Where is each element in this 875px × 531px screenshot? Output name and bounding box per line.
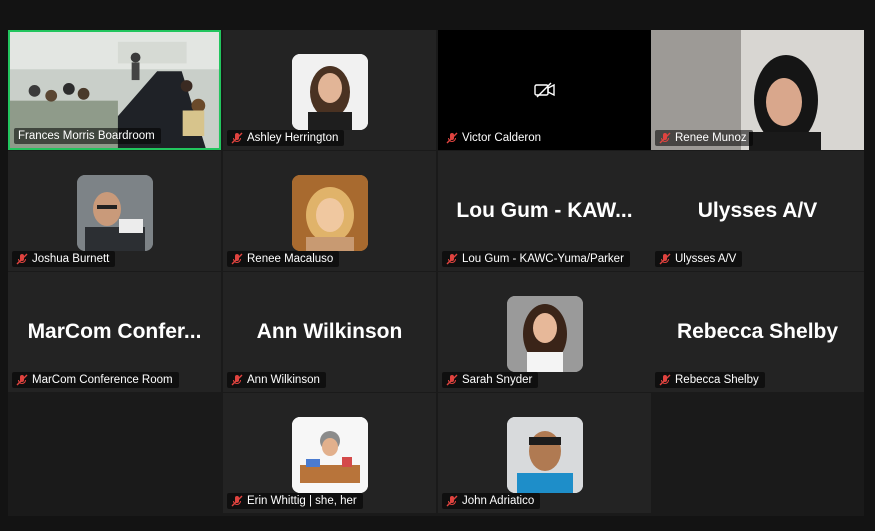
participant-name-label: Sarah Snyder: [442, 372, 539, 388]
muted-mic-icon: [659, 374, 671, 386]
participant-tile-ulysses-av[interactable]: Ulysses A/V Ulysses A/V: [651, 151, 864, 271]
participant-tile-frances-morris-boardroom[interactable]: Frances Morris Boardroom: [8, 30, 221, 150]
participant-name-label: Ulysses A/V: [655, 251, 743, 267]
participant-tile-renee-macaluso[interactable]: Renee Macaluso: [223, 151, 436, 271]
muted-mic-icon: [659, 132, 671, 144]
participant-display-name: Lou Gum - KAW...: [456, 199, 633, 222]
participant-tile-joshua-burnett[interactable]: Joshua Burnett: [8, 151, 221, 271]
participant-tile-ann-wilkinson[interactable]: Ann Wilkinson Ann Wilkinson: [223, 272, 436, 392]
participant-tile-john-adriatico[interactable]: John Adriatico: [438, 393, 651, 513]
muted-mic-icon: [231, 132, 243, 144]
participant-tile-marcom-conference-room[interactable]: MarCom Confer... MarCom Conference Room: [8, 272, 221, 392]
participant-name-label: John Adriatico: [442, 493, 541, 509]
participant-display-name: Ann Wilkinson: [256, 320, 403, 343]
muted-mic-icon: [16, 374, 28, 386]
participant-name-label: Ann Wilkinson: [227, 372, 326, 388]
muted-mic-icon: [231, 374, 243, 386]
participant-tile-erin-whittig[interactable]: Erin Whittig | she, her: [223, 393, 436, 513]
participant-tile-renee-munoz[interactable]: Renee Munoz: [651, 30, 864, 150]
muted-mic-icon: [16, 253, 28, 265]
participant-name-label: Ashley Herrington: [227, 130, 345, 146]
camera-off-icon: [533, 82, 555, 98]
participant-tile-lou-gum[interactable]: Lou Gum - KAW... Lou Gum - KAWC-Yuma/Par…: [438, 151, 651, 271]
participant-name-label: Erin Whittig | she, her: [227, 493, 363, 509]
muted-mic-icon: [446, 132, 458, 144]
muted-mic-icon: [446, 374, 458, 386]
participant-display-name: Rebecca Shelby: [676, 320, 839, 343]
participant-name-label: Rebecca Shelby: [655, 372, 765, 388]
participant-tile-victor-calderon[interactable]: Victor Calderon: [438, 30, 651, 150]
participant-name-label: MarCom Conference Room: [12, 372, 179, 388]
participant-display-name: Ulysses A/V: [697, 199, 818, 222]
avatar: [291, 54, 368, 130]
muted-mic-icon: [446, 253, 458, 265]
participant-tile-ashley-herrington[interactable]: Ashley Herrington: [223, 30, 436, 150]
gallery-view: Frances Morris Boardroom Ashley Herringt…: [8, 30, 864, 516]
participant-display-name: MarCom Confer...: [27, 320, 202, 343]
avatar: [76, 175, 153, 251]
participant-name-label: Frances Morris Boardroom: [14, 128, 161, 144]
participant-tile-sarah-snyder[interactable]: Sarah Snyder: [438, 272, 651, 392]
muted-mic-icon: [446, 495, 458, 507]
muted-mic-icon: [231, 253, 243, 265]
muted-mic-icon: [231, 495, 243, 507]
avatar: [506, 417, 583, 493]
avatar: [291, 175, 368, 251]
participant-name-label: Lou Gum - KAWC-Yuma/Parker: [442, 251, 630, 267]
participant-name-label: Victor Calderon: [442, 130, 548, 146]
participant-name-label: Renee Munoz: [655, 130, 753, 146]
participant-tile-rebecca-shelby[interactable]: Rebecca Shelby Rebecca Shelby: [651, 272, 864, 392]
muted-mic-icon: [659, 253, 671, 265]
participant-name-label: Joshua Burnett: [12, 251, 116, 267]
avatar: [506, 296, 583, 372]
meeting-window: Frances Morris Boardroom Ashley Herringt…: [0, 0, 875, 531]
avatar: [291, 417, 368, 493]
participant-name-label: Renee Macaluso: [227, 251, 340, 267]
